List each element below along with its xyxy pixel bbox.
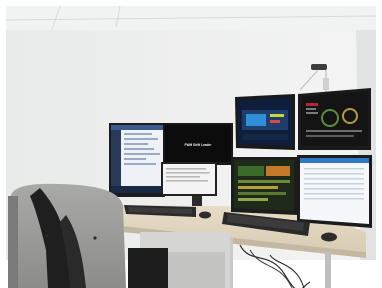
mouse-left: [199, 211, 211, 219]
bottom-right-monitor-1: [231, 157, 297, 215]
left-monitor: [109, 123, 165, 197]
ceiling: [5, 5, 377, 32]
camera-icon: [311, 64, 327, 70]
office-photo: FWM Shift Leader: [0, 0, 382, 288]
monitor-stand: [192, 196, 202, 206]
mouse-right: [321, 232, 337, 242]
bottom-right-monitor-2: [297, 155, 372, 228]
bin: [128, 248, 168, 288]
top-right-monitor-1: [235, 94, 295, 150]
center-monitor: FWM Shift Leader: [163, 123, 233, 165]
center-lower-screen: [161, 162, 217, 196]
top-right-monitor-2: [298, 88, 371, 150]
chair: [8, 183, 126, 288]
center-monitor-text: FWM Shift Leader: [185, 143, 213, 147]
